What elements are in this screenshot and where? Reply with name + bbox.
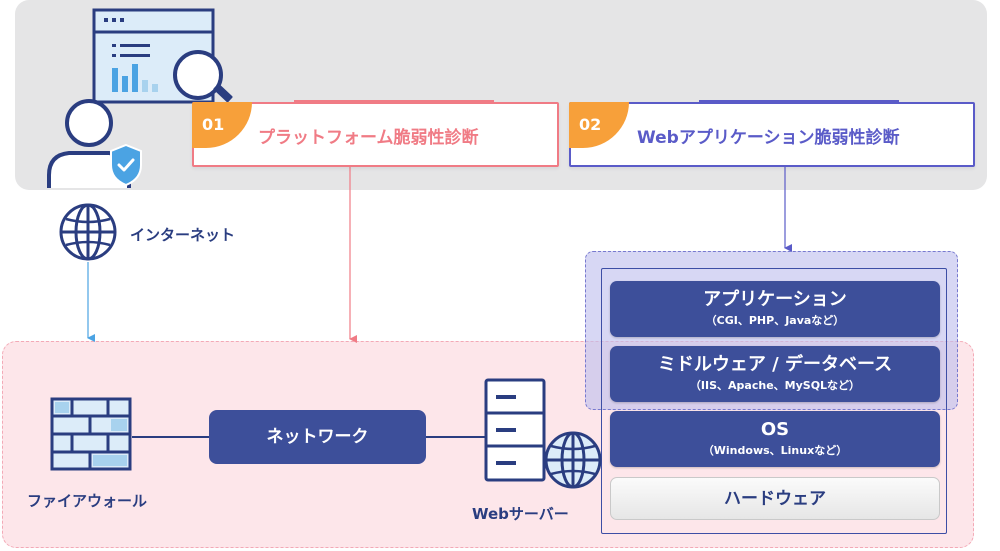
server-icon xyxy=(484,378,602,489)
firewall-icon xyxy=(50,397,132,471)
network-node[interactable]: ネットワーク xyxy=(209,410,426,464)
firewall-label: ファイアウォール xyxy=(27,492,148,510)
platform-diagnosis-card[interactable]: 01 プラットフォーム脆弱性診断 xyxy=(192,100,559,167)
layer-title: OS xyxy=(760,419,790,440)
layer-subtitle: （CGI、PHP、Javaなど） xyxy=(705,314,845,327)
web-server-label: Webサーバー xyxy=(472,505,569,523)
internet-label: インターネット xyxy=(130,226,236,244)
layer-middleware-database[interactable]: ミドルウェア / データベース （IIS、Apache、MySQLなど） xyxy=(610,346,940,402)
layer-subtitle: （Windows、Linuxなど） xyxy=(702,444,848,457)
card-number-badge: 02 xyxy=(569,102,629,148)
layer-title: アプリケーション xyxy=(703,289,847,310)
card-title: Webアプリケーション脆弱性診断 xyxy=(637,128,900,148)
layer-os[interactable]: OS （Windows、Linuxなど） xyxy=(610,411,940,467)
layer-subtitle: （IIS、Apache、MySQLなど） xyxy=(689,379,861,392)
card-accent-bar xyxy=(294,100,494,104)
webapp-diagnosis-card[interactable]: 02 Webアプリケーション脆弱性診断 xyxy=(569,100,975,167)
layer-application[interactable]: アプリケーション （CGI、PHP、Javaなど） xyxy=(610,281,940,337)
shield-check-icon xyxy=(110,143,142,187)
layer-hardware[interactable]: ハードウェア xyxy=(610,477,940,520)
card-title: プラットフォーム脆弱性診断 xyxy=(258,128,479,148)
card-number-badge: 01 xyxy=(192,102,252,148)
globe-icon xyxy=(59,203,117,261)
layer-title: ミドルウェア / データベース xyxy=(657,354,893,375)
card-accent-bar xyxy=(699,100,899,104)
